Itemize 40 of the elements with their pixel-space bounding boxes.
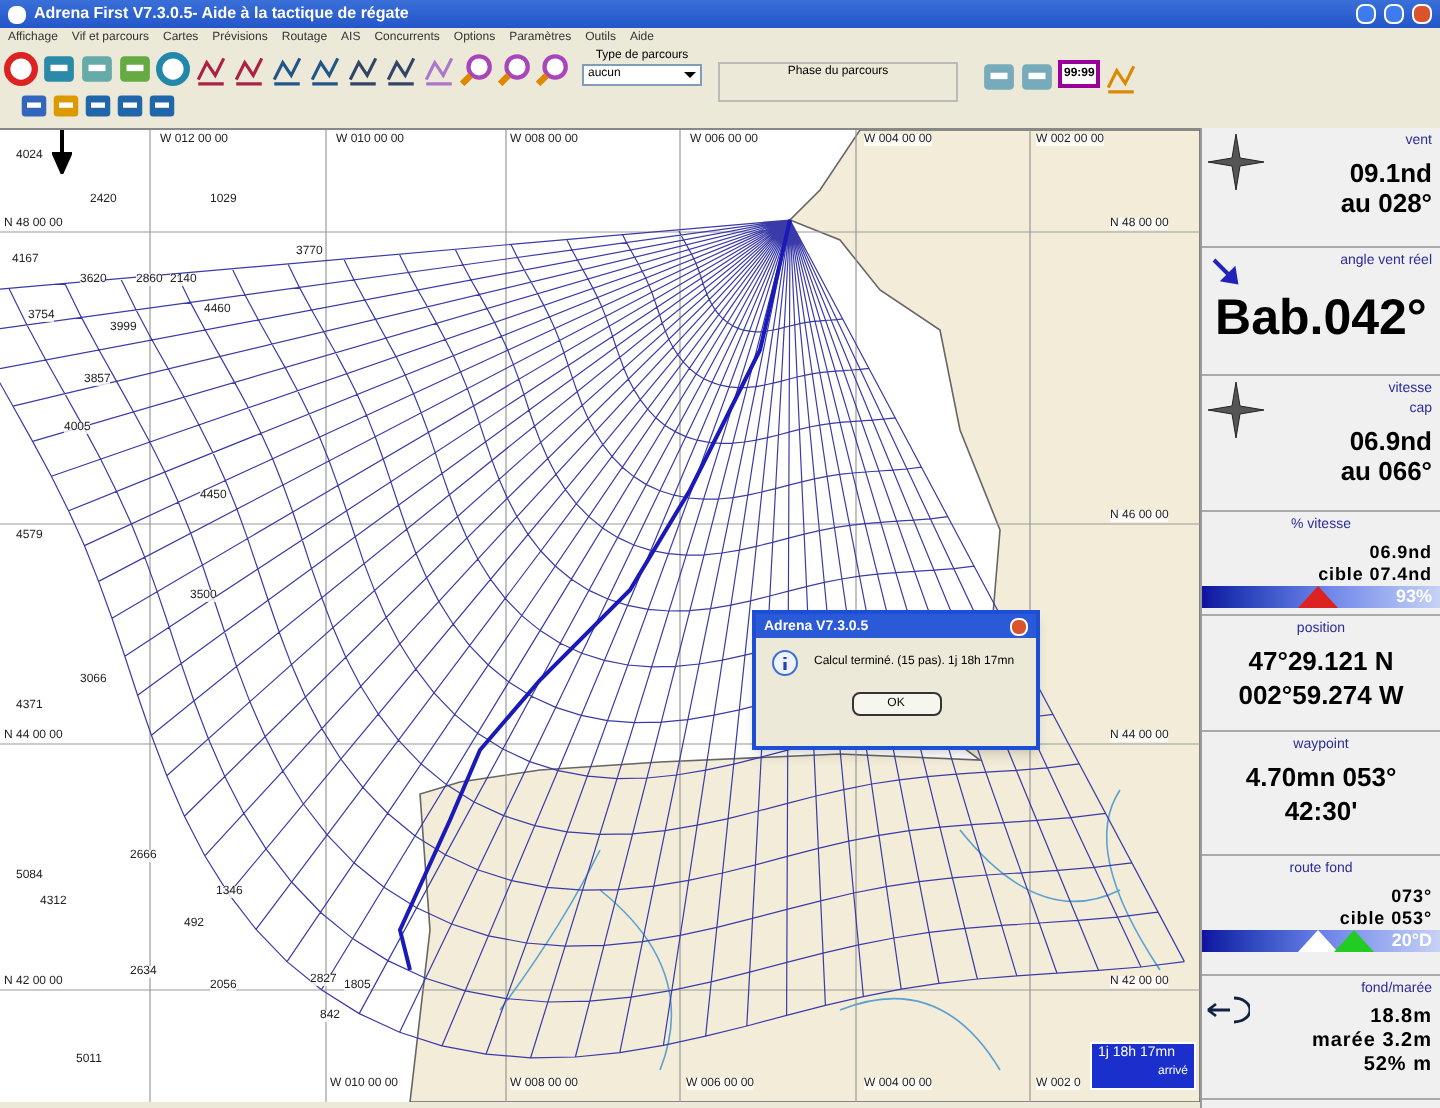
value-text: 06.9nd: [1347, 426, 1432, 456]
value-text: 09.1nd: [1347, 158, 1432, 188]
arrow-icon: [1210, 256, 1242, 288]
lifebuoy-icon[interactable]: [4, 52, 38, 86]
value-text: Bab.042°: [1213, 288, 1429, 348]
compass-rose-icon: [1206, 132, 1266, 192]
value-text: cible 07.4nd: [1316, 564, 1432, 586]
value-text: marée 3.2m: [1309, 1030, 1432, 1054]
zoom-icon[interactable]: [536, 52, 570, 86]
gauge-marker-icon: [1298, 586, 1338, 608]
tide-gauge-icon: [1206, 996, 1250, 1024]
zoom-in-icon[interactable]: [460, 52, 494, 86]
app-icon: [8, 5, 26, 23]
target-marker-icon: [1334, 930, 1374, 952]
down-arrow-icon: [52, 130, 72, 174]
value-text: 4.70mn 053°: [1243, 762, 1399, 792]
maximize-button[interactable]: [1384, 4, 1404, 24]
zoom-out-icon[interactable]: [498, 52, 532, 86]
gauge-reading: 20°D: [1391, 932, 1432, 950]
route-icon[interactable]: [194, 52, 228, 86]
value-text: 42:30': [1282, 796, 1360, 826]
close-button[interactable]: [1010, 617, 1028, 635]
value-text: 52% m: [1361, 1054, 1432, 1078]
gauge-reading: 93%: [1395, 588, 1432, 606]
value-text: 18.8m: [1368, 1006, 1432, 1030]
window-title: Adrena First V7.3.0.5- Aide à la tactique de régate: [34, 6, 409, 22]
info-icon: [772, 650, 798, 676]
value-text: au 066°: [1338, 456, 1432, 486]
dropdown-caret-icon: [684, 72, 696, 78]
value-text: cible 053°: [1337, 908, 1432, 930]
value-text: au 028°: [1338, 188, 1432, 218]
value-text: 47°29.121 N: [1246, 646, 1396, 676]
value-text: 002°59.274 W: [1236, 680, 1406, 710]
minimize-button[interactable]: [1356, 4, 1376, 24]
route-icon[interactable]: [232, 52, 266, 86]
compass-rose-icon: [1206, 380, 1266, 440]
value-text: 06.9nd: [1367, 542, 1432, 564]
close-button[interactable]: [1412, 4, 1432, 24]
gauge-marker-icon: [1298, 930, 1338, 952]
value-text: 073°: [1389, 886, 1432, 908]
